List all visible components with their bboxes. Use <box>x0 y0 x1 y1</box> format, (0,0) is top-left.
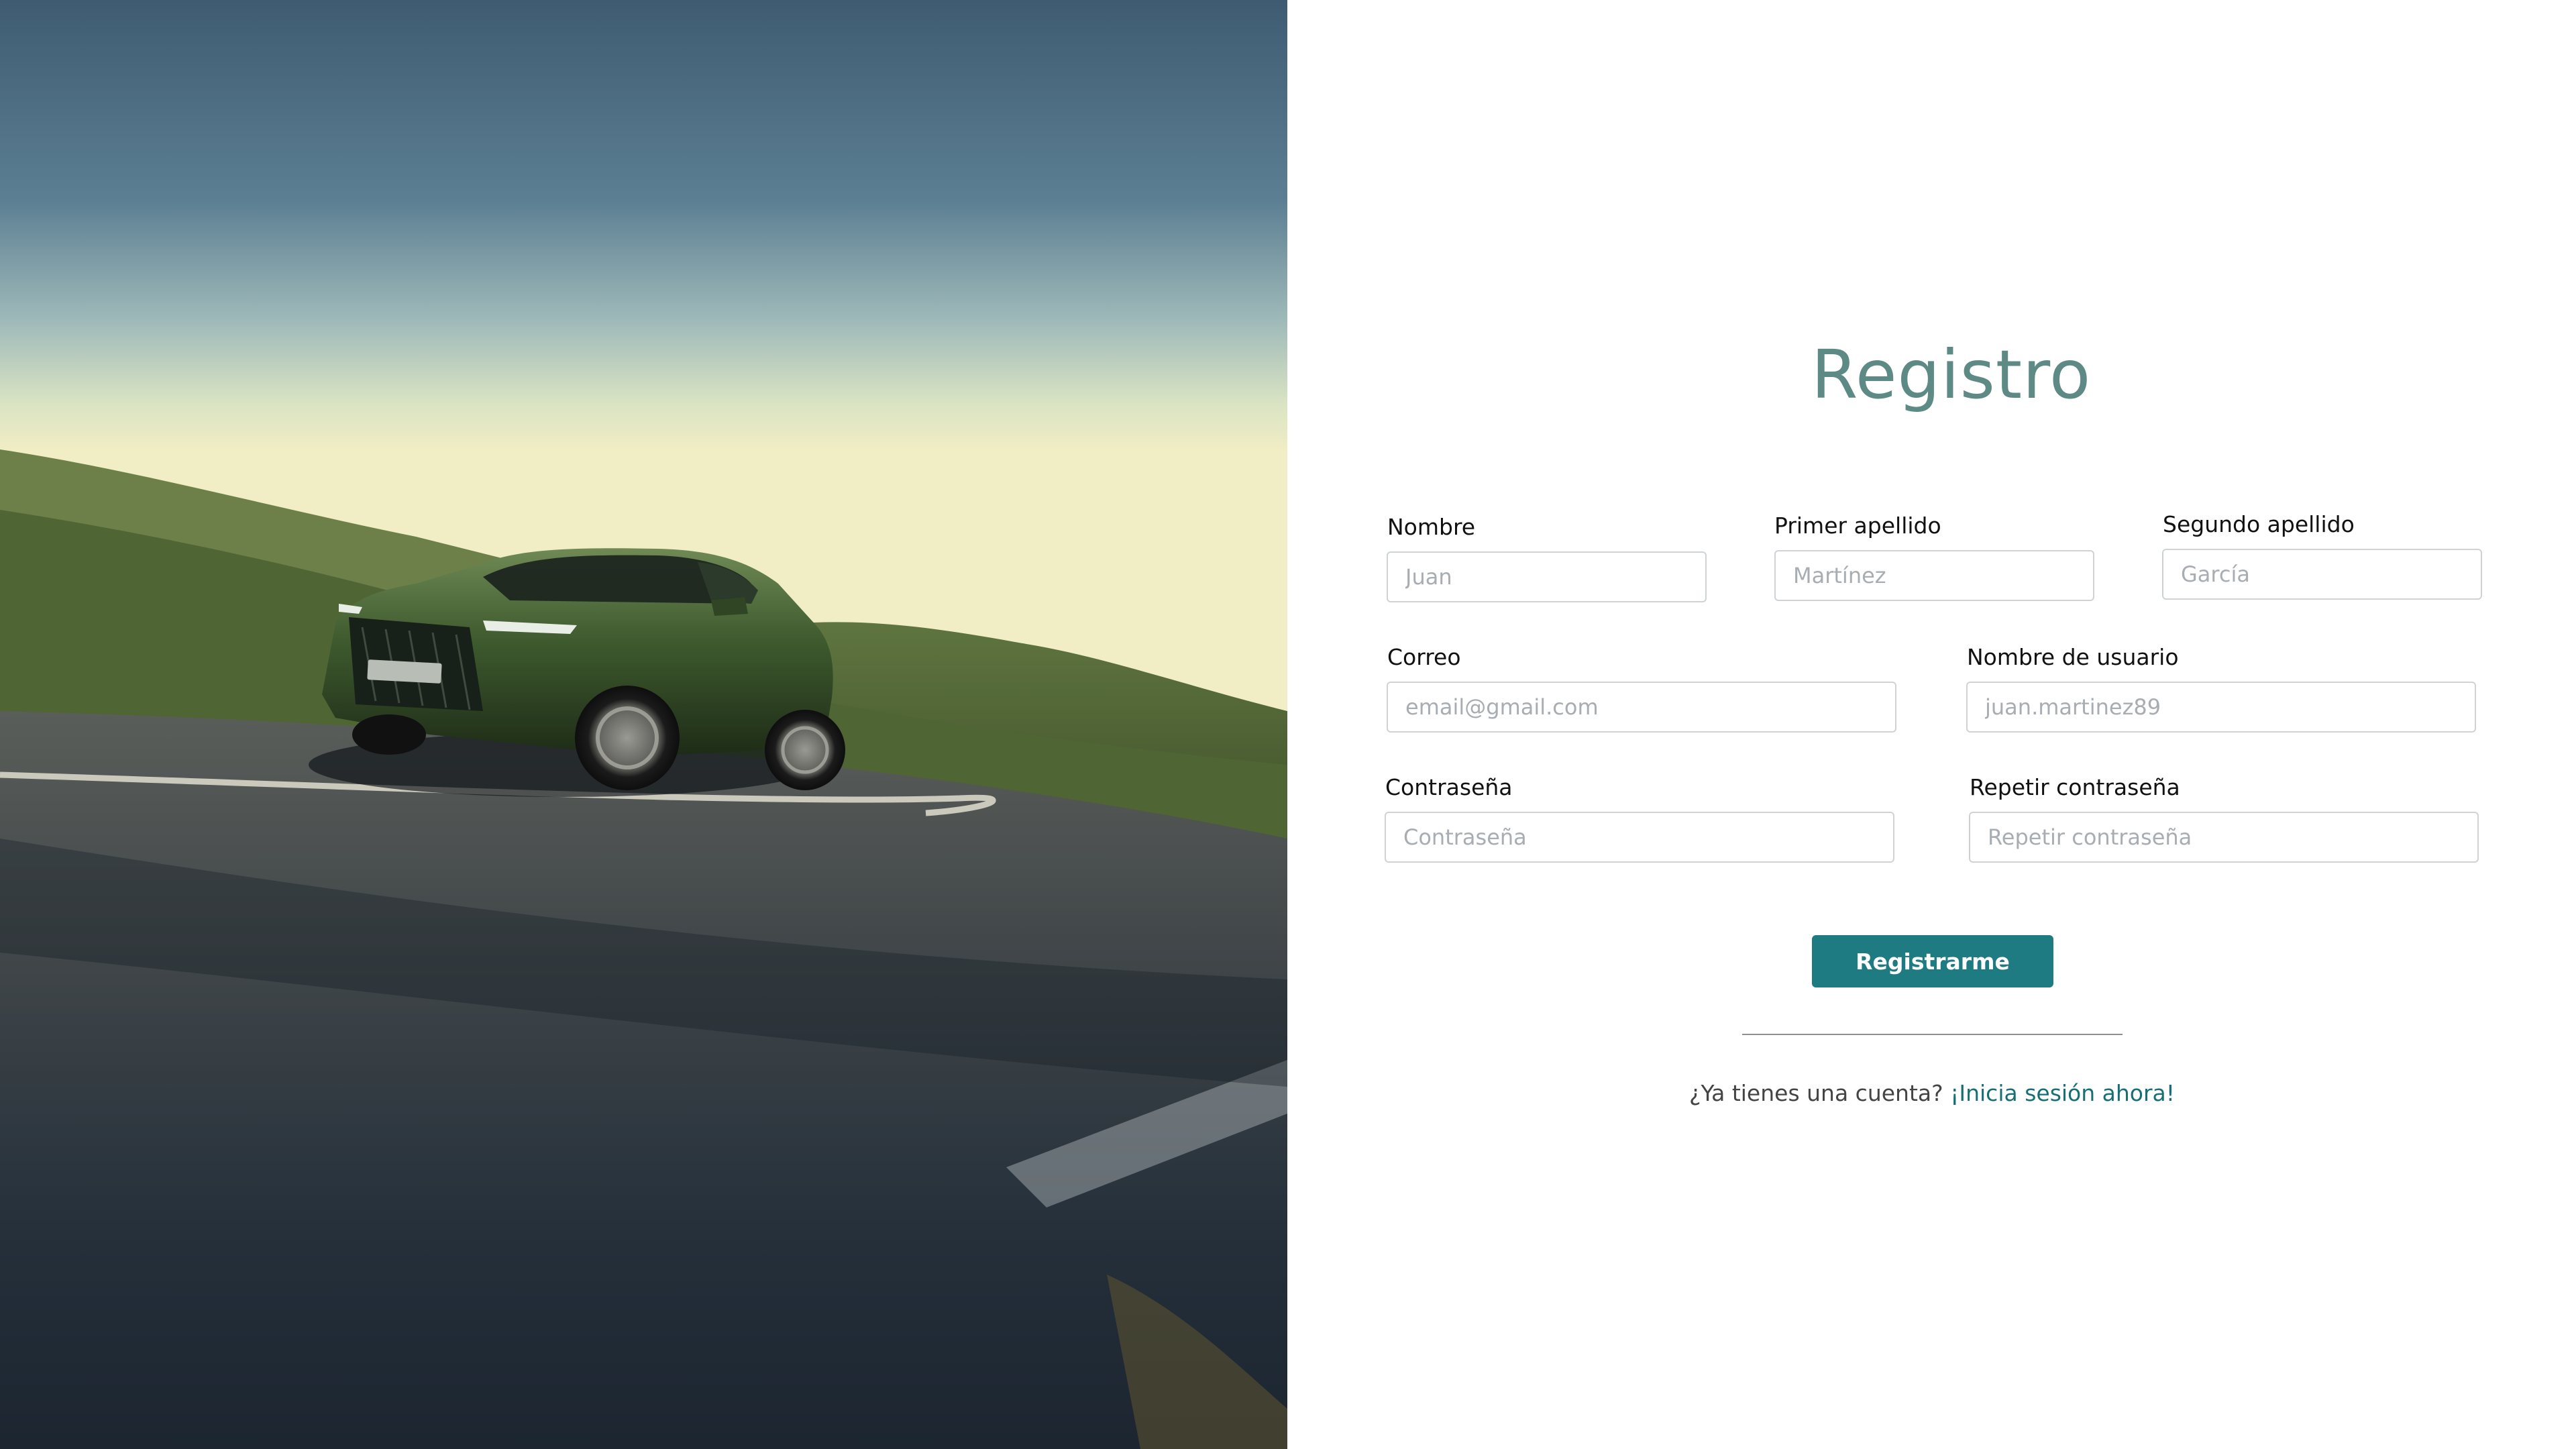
correo-input[interactable] <box>1387 682 1896 733</box>
divider <box>1742 1034 2123 1035</box>
segundo-apellido-label: Segundo apellido <box>2163 511 2355 537</box>
login-link[interactable]: ¡Inicia sesión ahora! <box>1950 1080 2175 1106</box>
correo-label: Correo <box>1387 644 1461 670</box>
login-prompt-text: ¿Ya tienes una cuenta? <box>1688 1080 1951 1106</box>
primer-apellido-input[interactable] <box>1774 550 2094 601</box>
page-title: Registro <box>1811 335 2092 414</box>
hero-image <box>0 0 1287 1449</box>
nombre-input[interactable] <box>1387 551 1707 602</box>
register-button[interactable]: Registrarme <box>1812 935 2053 987</box>
contrasena-input[interactable] <box>1385 812 1894 863</box>
usuario-label: Nombre de usuario <box>1967 644 2179 670</box>
registration-page: Registro Nombre Primer apellido Segundo … <box>0 0 2576 1449</box>
contrasena-label: Contraseña <box>1385 774 1513 800</box>
nombre-label: Nombre <box>1387 514 1476 540</box>
login-prompt-line: ¿Ya tienes una cuenta? ¡Inicia sesión ah… <box>1637 1080 2227 1106</box>
repetir-contrasena-label: Repetir contraseña <box>1970 774 2180 800</box>
segundo-apellido-input[interactable] <box>2162 549 2482 600</box>
repetir-contrasena-input[interactable] <box>1969 812 2479 863</box>
usuario-input[interactable] <box>1966 682 2476 733</box>
primer-apellido-label: Primer apellido <box>1774 513 1941 539</box>
car-road-photo <box>0 0 1287 1449</box>
